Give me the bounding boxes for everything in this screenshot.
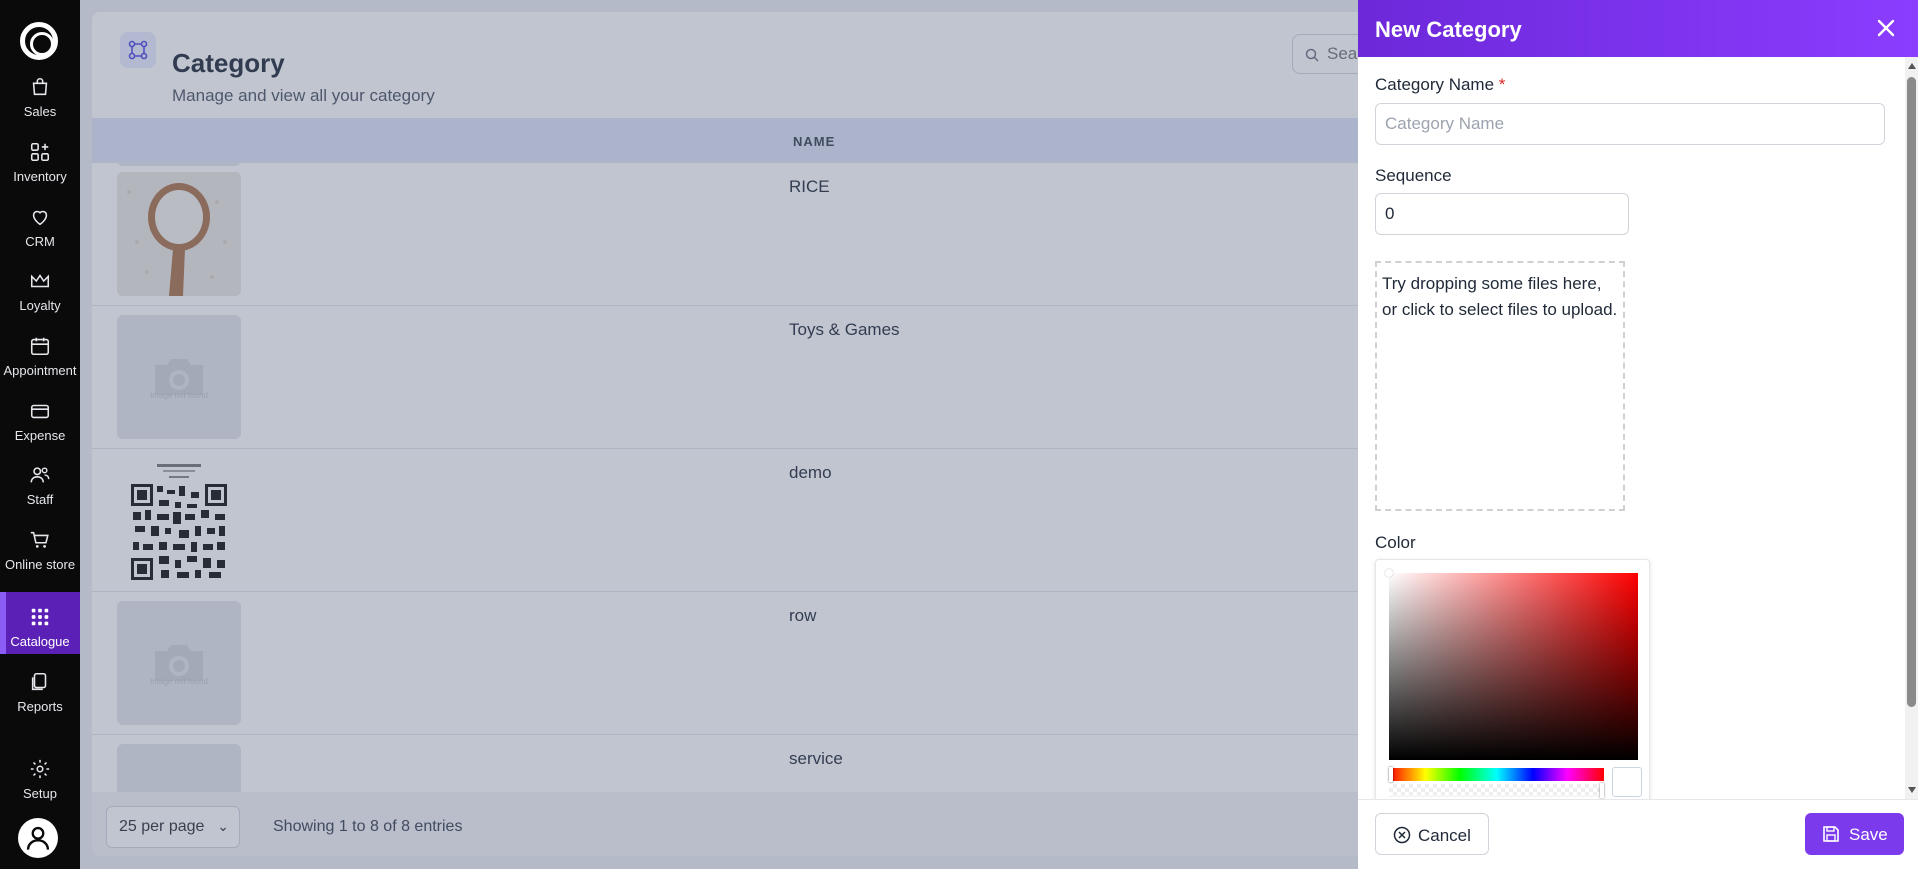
sidebar-nav: Sales Inventory CRM Loyalty Appointment … [0, 0, 80, 869]
sequence-field[interactable] [1375, 193, 1629, 235]
cancel-button[interactable]: Cancel [1375, 813, 1489, 855]
app-logo-icon[interactable] [20, 22, 58, 60]
color-label: Color [1375, 533, 1416, 552]
sidebar-item-label: Expense [14, 428, 66, 443]
drawer-title: New Category [1375, 17, 1522, 42]
sidebar-item-label: Appointment [3, 363, 77, 378]
sidebar-item-reports[interactable]: Reports [0, 657, 80, 719]
category-name-field[interactable] [1375, 103, 1885, 145]
drawer-footer: Cancel Save [1358, 799, 1918, 869]
sidebar-item-label: Staff [26, 492, 54, 507]
sidebar-item-label: Setup [23, 786, 57, 801]
category-name-label: Category Name * [1375, 75, 1505, 95]
scrollbar-thumb[interactable] [1907, 77, 1916, 707]
scroll-up-arrow-icon[interactable] [1908, 63, 1916, 69]
sidebar-item-setup[interactable]: Setup [0, 744, 80, 806]
saturation-cursor[interactable] [1385, 569, 1393, 577]
sidebar-item-label: CRM [25, 234, 55, 249]
sidebar-item-crm[interactable]: CRM [0, 192, 80, 254]
crown-icon [30, 274, 50, 288]
sidebar-item-appointment[interactable]: Appointment [0, 321, 80, 383]
sidebar-item-sales[interactable]: Sales [0, 62, 80, 124]
new-category-drawer: New Category Category Name * Sequence Tr… [1358, 0, 1918, 869]
hue-slider-thumb[interactable] [1389, 767, 1393, 782]
color-picker [1375, 559, 1650, 799]
save-disk-icon [1823, 826, 1839, 842]
sidebar-item-staff[interactable]: Staff [0, 450, 80, 512]
scroll-down-arrow-icon[interactable] [1908, 787, 1916, 793]
saturation-area[interactable] [1385, 569, 1638, 760]
sequence-label: Sequence [1375, 166, 1452, 185]
documents-icon [31, 672, 47, 691]
sidebar-item-loyalty[interactable]: Loyalty [0, 256, 80, 318]
sidebar-item-online-store[interactable]: Online store [0, 515, 80, 577]
cart-icon [30, 531, 49, 548]
file-dropzone[interactable]: Try dropping some files here, or click t… [1375, 261, 1625, 511]
sidebar-item-catalogue[interactable]: Catalogue [0, 592, 80, 654]
user-icon [26, 826, 50, 850]
wallet-icon [30, 404, 50, 419]
sidebar-item-label: Catalogue [10, 634, 70, 649]
dropzone-text: Try dropping some files here, or click t… [1382, 274, 1618, 319]
sidebar-item-expense[interactable]: Expense [0, 386, 80, 448]
alpha-slider-thumb[interactable] [1600, 783, 1604, 798]
color-preview-swatch [1612, 767, 1642, 797]
sidebar-item-inventory[interactable]: Inventory [0, 127, 80, 189]
users-icon [30, 467, 50, 483]
sidebar-item-label: Loyalty [19, 298, 61, 313]
hue-slider[interactable] [1389, 767, 1604, 782]
cancel-button-label: Cancel [1418, 826, 1471, 845]
grid-dots-icon [31, 608, 49, 626]
sidebar-item-label: Online store [4, 557, 76, 572]
drawer-scrollbar[interactable] [1905, 57, 1918, 799]
gear-icon [30, 759, 50, 779]
calendar-icon [30, 337, 50, 356]
drawer-header: New Category [1358, 0, 1918, 57]
drawer-body: Category Name * Sequence Try dropping so… [1358, 57, 1905, 799]
heart-icon [32, 210, 48, 226]
save-button[interactable]: Save [1805, 813, 1904, 855]
category-name-label-text: Category Name [1375, 75, 1495, 94]
sidebar-item-label: Inventory [13, 169, 67, 184]
grid-plus-icon [30, 142, 50, 162]
save-button-label: Save [1849, 825, 1888, 844]
alpha-slider[interactable] [1389, 783, 1604, 798]
sidebar-item-label: Sales [23, 104, 57, 119]
required-mark: * [1498, 75, 1506, 94]
cancel-circle-icon [1393, 826, 1411, 844]
sidebar-item-label: Reports [17, 699, 63, 714]
close-icon[interactable] [1874, 16, 1898, 40]
shopping-bag-icon [32, 78, 48, 96]
avatar[interactable] [18, 818, 58, 858]
